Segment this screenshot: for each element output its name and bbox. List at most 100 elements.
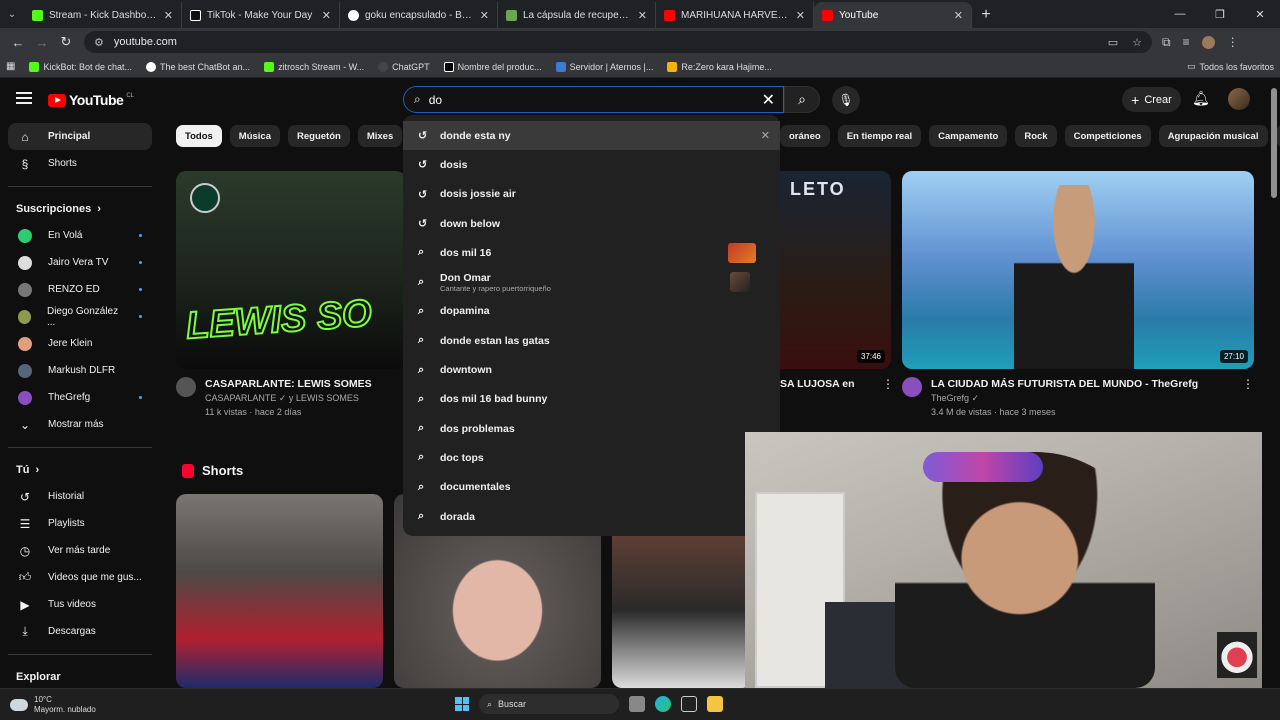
apps-icon[interactable]: ▦ xyxy=(6,61,15,72)
sidebar-item-watch-later[interactable]: ◷ Ver más tarde xyxy=(8,537,152,564)
sidebar-item-subscription[interactable]: RENZO ED xyxy=(8,276,152,303)
chip[interactable]: Agrupación musical xyxy=(1158,125,1268,147)
weather-widget[interactable]: 10°C Mayorm. nublado xyxy=(10,695,96,715)
search-input[interactable]: ⌕ do ✕ xyxy=(403,86,784,113)
suggestion-item[interactable]: ⌕ dorada xyxy=(403,502,780,531)
file-explorer-icon[interactable] xyxy=(707,696,723,712)
suggestion-item[interactable]: ⌕ documentales xyxy=(403,473,780,502)
chip[interactable]: Mixes xyxy=(357,125,403,147)
close-tab-icon[interactable]: ✕ xyxy=(796,9,805,22)
windows-start-icon[interactable] xyxy=(455,697,469,711)
suggestion-item[interactable]: ⌕ doc tops xyxy=(403,443,780,472)
clear-search-icon[interactable]: ✕ xyxy=(762,90,775,110)
you-header[interactable]: Tú › xyxy=(0,457,152,483)
sidebar-item-subscription[interactable]: En Volá xyxy=(8,222,152,249)
suggestion-item[interactable]: ↺ dosis xyxy=(403,150,780,179)
sidebar-item-subscription[interactable]: TheGrefg xyxy=(8,384,152,411)
close-tab-icon[interactable]: ✕ xyxy=(954,9,963,22)
browser-tab[interactable]: TikTok - Make Your Day ✕ xyxy=(182,2,340,28)
all-bookmarks[interactable]: ▭ Todos los favoritos xyxy=(1187,61,1274,72)
sidebar-item-subscription[interactable]: Markush DLFR xyxy=(8,357,152,384)
sidebar-item-downloads[interactable]: ⤓ Descargas xyxy=(8,618,152,645)
channel-avatar[interactable] xyxy=(902,377,922,397)
browser-tab[interactable]: Stream - Kick Dashboard ✕ xyxy=(24,2,182,28)
forward-icon[interactable]: → xyxy=(30,30,54,54)
back-icon[interactable]: ← xyxy=(6,30,30,54)
guide-menu-icon[interactable] xyxy=(16,92,32,104)
chip-todos[interactable]: Todos xyxy=(176,125,222,147)
minimize-icon[interactable]: — xyxy=(1160,0,1200,28)
media-icon[interactable]: ≡ xyxy=(1183,35,1190,49)
new-tab-icon[interactable]: + xyxy=(972,2,1000,28)
sidebar-item-liked[interactable]: 👍︎ Videos que me gus... xyxy=(8,564,152,591)
chip[interactable]: Reguetón xyxy=(288,125,350,147)
site-info-icon[interactable]: ⚙ xyxy=(94,36,104,49)
video-thumbnail[interactable]: LEWIS SO xyxy=(176,171,406,369)
channel-name[interactable]: TheGrefg ✓ xyxy=(931,391,1233,405)
close-window-icon[interactable]: ✕ xyxy=(1240,0,1280,28)
bookmark-item[interactable]: zitrosch Stream - W... xyxy=(264,61,364,72)
sidebar-item-history[interactable]: ↺ Historial xyxy=(8,483,152,510)
browser-tab[interactable]: MARIHUANA HARVEST DAY: Th✕ xyxy=(656,2,814,28)
bookmark-item[interactable]: Servidor | Aternos |... xyxy=(555,61,653,72)
tab-search-icon[interactable]: ⌄ xyxy=(0,0,24,28)
taskbar-search[interactable]: ⌕ Buscar xyxy=(479,694,619,714)
bookmark-star-icon[interactable]: ☆ xyxy=(1132,36,1142,49)
sidebar-item-shorts[interactable]: § Shorts xyxy=(8,150,152,177)
chip[interactable]: En tiempo real xyxy=(837,125,922,147)
chip[interactable]: Competiciones xyxy=(1064,125,1151,147)
short-thumbnail[interactable] xyxy=(176,494,383,688)
video-title[interactable]: CASAPARLANTE: LEWIS SOMES xyxy=(205,377,372,391)
sidebar-item-subscription[interactable]: Jere Klein xyxy=(8,330,152,357)
search-button[interactable]: ⌕ xyxy=(784,86,820,113)
channel-name[interactable]: CASAPARLANTE ✓ y LEWIS SOMES xyxy=(205,391,372,405)
browser-tab[interactable]: goku encapsulado - Buscar con✕ xyxy=(340,2,498,28)
chip[interactable]: Rock xyxy=(1015,125,1057,147)
video-menu-icon[interactable]: ⋮ xyxy=(1242,377,1254,419)
url-bar[interactable]: ⚙ youtube.com ▭ ☆ xyxy=(84,31,1152,53)
suggestion-item[interactable]: ⌕ dos mil 16 bad bunny xyxy=(403,385,780,414)
close-tab-icon[interactable]: ✕ xyxy=(480,9,489,22)
chip[interactable]: Música xyxy=(229,125,281,147)
suggestion-item[interactable]: ⌕ Don Omar Cantante y rapero puertorriqueñ… xyxy=(403,267,780,296)
menu-icon[interactable]: ⋮ xyxy=(1227,35,1239,49)
sidebar-item-playlists[interactable]: ☰ Playlists xyxy=(8,510,152,537)
epic-games-icon[interactable] xyxy=(681,696,697,712)
bookmark-item[interactable]: The best ChatBot an... xyxy=(146,61,250,72)
voice-search-button[interactable]: 🎙 xyxy=(832,86,860,114)
video-menu-icon[interactable]: ⋮ xyxy=(882,377,894,391)
maximize-icon[interactable]: ❐ xyxy=(1200,0,1240,28)
subscriptions-header[interactable]: Suscripciones › xyxy=(0,196,152,222)
channel-avatar[interactable] xyxy=(176,377,196,397)
close-tab-icon[interactable]: ✕ xyxy=(638,9,647,22)
suggestion-item[interactable]: ⌕ dopamina xyxy=(403,297,780,326)
sidebar-item-principal[interactable]: ⌂ Principal xyxy=(8,123,152,150)
reload-icon[interactable]: ↻ xyxy=(54,30,78,54)
bookmark-item[interactable]: Re:Zero kara Hajime... xyxy=(667,61,772,72)
video-title[interactable]: SA LUJOSA en xyxy=(780,377,854,391)
bookmark-item[interactable]: Nombre del produc... xyxy=(443,61,542,72)
close-tab-icon[interactable]: ✕ xyxy=(322,9,331,22)
suggestion-item[interactable]: ⌕ downtown xyxy=(403,355,780,384)
chip[interactable]: Campamento xyxy=(929,125,1008,147)
sidebar-item-subscription[interactable]: Diego González ... xyxy=(8,303,152,330)
youtube-logo[interactable]: YouTube CL xyxy=(48,92,134,108)
notifications-bell-icon[interactable]: 🔔︎ xyxy=(1192,90,1210,107)
suggestion-item[interactable]: ⌕ donde estan las gatas xyxy=(403,326,780,355)
task-view-icon[interactable] xyxy=(629,696,645,712)
video-thumbnail[interactable]: 27:10 xyxy=(902,171,1254,369)
profile-icon[interactable] xyxy=(1201,35,1215,49)
browser-tab[interactable]: La cápsula de recuperación de✕ xyxy=(498,2,656,28)
create-button[interactable]: + Crear xyxy=(1122,87,1181,112)
suggestion-item[interactable]: ↺ dosis jossie air xyxy=(403,180,780,209)
sidebar-item-subscription[interactable]: Jairo Vera TV xyxy=(8,249,152,276)
extensions-icon[interactable]: ⧉ xyxy=(1162,35,1171,50)
suggestion-item[interactable]: ⌕ dos problemas xyxy=(403,414,780,443)
remove-suggestion-icon[interactable]: ✕ xyxy=(761,129,770,142)
page-scrollbar[interactable] xyxy=(1271,88,1277,198)
bookmark-item[interactable]: KickBot: Bot de chat... xyxy=(29,61,132,72)
video-title[interactable]: LA CIUDAD MÁS FUTURISTA DEL MUNDO - TheG… xyxy=(931,377,1233,391)
edge-icon[interactable] xyxy=(655,696,671,712)
show-more-button[interactable]: ⌄ Mostrar más xyxy=(8,411,152,438)
bookmark-item[interactable]: ChatGPT xyxy=(378,61,430,72)
